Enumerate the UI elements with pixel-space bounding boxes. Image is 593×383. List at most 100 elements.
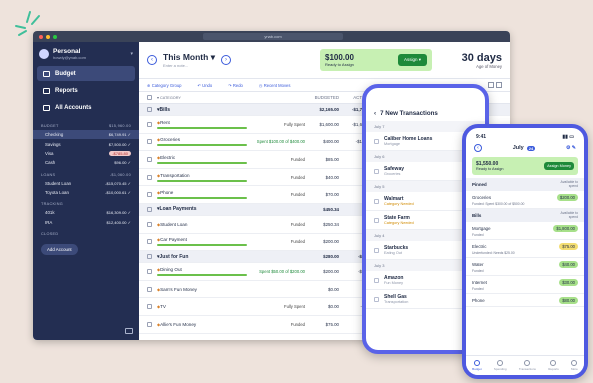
sidebar-account-item[interactable]: Toyota Loan -$10,000.61 ✓ — [33, 188, 139, 197]
category-column-header[interactable]: ▾ CATEGORY — [157, 95, 305, 100]
back-icon[interactable]: ‹ — [374, 110, 376, 117]
category-name: Student Loan — [160, 221, 188, 227]
row-checkbox[interactable] — [147, 206, 152, 212]
sidebar-account-item[interactable]: Savings $7,500.00 ✓ — [33, 139, 139, 148]
status-bar: 9:41 ▮▮ ▭ — [466, 128, 584, 142]
sidebar-account-item[interactable]: Cash $96.00 ✓ — [33, 158, 139, 167]
budgeted-cell[interactable]: $400.00 — [305, 139, 339, 144]
mobile-category-row[interactable]: Internet $30.00 Funded — [466, 276, 584, 295]
category-name: Electric — [160, 154, 176, 160]
add-account-button[interactable]: Add Account — [41, 244, 78, 255]
row-checkbox[interactable] — [147, 107, 152, 112]
budgeted-cell[interactable]: $2,165.00 — [305, 107, 339, 112]
undo-button[interactable]: ↶ Undo — [197, 83, 220, 88]
row-checkbox[interactable] — [147, 239, 152, 245]
assign-button[interactable]: Assign ▾ — [397, 54, 427, 66]
grid-view-icon[interactable] — [488, 82, 494, 88]
row-checkbox[interactable] — [147, 321, 152, 327]
budgeted-cell[interactable]: $250.34 — [305, 222, 339, 227]
transaction-checkbox[interactable] — [374, 198, 379, 204]
collapse-sidebar-icon[interactable] — [125, 328, 133, 334]
mobile-category-group[interactable]: Bills Available to spend — [466, 209, 584, 223]
prev-month-icon[interactable]: ‹ — [474, 144, 482, 152]
account-group-header[interactable]: TRACKING — [33, 197, 139, 208]
budgeted-cell[interactable]: $200.00 — [305, 269, 339, 274]
tab-spending[interactable]: Spending — [494, 360, 507, 371]
sidebar-account-item[interactable]: 401k $16,309.00 ✓ — [33, 208, 139, 217]
transaction-checkbox[interactable] — [374, 138, 379, 144]
account-group-header[interactable]: BUDGET $15,960.00 — [33, 119, 139, 130]
row-checkbox[interactable] — [147, 304, 152, 310]
budgeted-cell[interactable]: $0.00 — [305, 304, 339, 309]
transaction-checkbox[interactable] — [374, 277, 379, 283]
transaction-category: Groceries — [384, 172, 401, 176]
add-category-group-button[interactable]: ⊕ Category Group — [147, 83, 189, 88]
sidebar-item-all-accounts[interactable]: All Accounts — [37, 100, 135, 115]
row-checkbox[interactable] — [147, 221, 152, 227]
close-window-dot[interactable] — [39, 34, 43, 39]
recent-moves-button[interactable]: ◷ Recent Moves — [259, 83, 299, 88]
row-checkbox[interactable] — [147, 121, 152, 127]
sidebar-item-reports[interactable]: Reports — [37, 83, 135, 98]
tab-transactions[interactable]: Transactions — [519, 360, 536, 371]
row-checkbox[interactable] — [147, 268, 152, 274]
budgeted-cell[interactable]: $70.00 — [305, 192, 339, 197]
budgeted-cell[interactable]: $450.34 — [305, 207, 339, 212]
month-selector[interactable]: July 24 — [513, 145, 536, 151]
row-checkbox[interactable] — [147, 286, 152, 292]
budgeted-cell[interactable]: $85.00 — [305, 157, 339, 162]
budget-switcher[interactable]: Personal howdy@ynab.com ▾ — [33, 42, 139, 64]
url-bar[interactable]: ynab.com — [203, 33, 343, 40]
budgeted-cell[interactable]: $40.00 — [305, 175, 339, 180]
mobile-category-row[interactable]: Water $40.00 Funded — [466, 258, 584, 277]
row-checkbox[interactable] — [147, 174, 152, 180]
mobile-column-label: Available to spend — [560, 211, 578, 219]
row-checkbox[interactable] — [147, 192, 152, 198]
transaction-checkbox[interactable] — [374, 217, 379, 223]
account-balance: -$15,070.45 ✓ — [105, 180, 131, 186]
assign-money-button[interactable]: Assign Money — [544, 162, 574, 170]
maximize-window-dot[interactable] — [53, 34, 57, 39]
tab-reports[interactable]: Reports — [548, 360, 559, 371]
sidebar-account-item[interactable]: IRA $12,400.00 ✓ — [33, 218, 139, 227]
budgeted-cell[interactable]: $75.00 — [305, 322, 339, 327]
prev-month-icon[interactable]: ‹ — [147, 55, 157, 65]
transaction-checkbox[interactable] — [374, 168, 379, 174]
month-selector[interactable]: This Month ▾ — [163, 52, 215, 63]
sidebar-account-item[interactable]: Visa -$785.80 — [33, 149, 139, 158]
category-name: Loan Payments — [159, 206, 197, 213]
transaction-checkbox[interactable] — [374, 247, 379, 253]
mobile-category-row[interactable]: Mortgage $1,800.00 Funded — [466, 222, 584, 241]
budgeted-cell[interactable]: $1,600.00 — [305, 122, 339, 127]
transaction-checkbox[interactable] — [374, 296, 379, 302]
budget-icon — [43, 70, 50, 77]
transaction-text: Amazon Fun Money — [384, 275, 403, 285]
row-checkbox[interactable] — [147, 139, 152, 145]
row-checkbox[interactable] — [147, 156, 152, 162]
category-name: Car Payment — [160, 237, 187, 243]
month-note-input[interactable]: Enter a note... — [163, 63, 215, 68]
minimize-window-dot[interactable] — [46, 34, 50, 39]
tab-budget[interactable]: Budget — [472, 360, 482, 371]
tab-more[interactable]: More — [571, 360, 578, 371]
budgeted-cell[interactable]: $200.00 — [305, 239, 339, 244]
sidebar-account-item[interactable]: Checking $6,749.91 ✓ — [33, 130, 139, 140]
account-group-header[interactable]: LOANS -$1,060.00 — [33, 168, 139, 179]
redo-button[interactable]: ↷ Redo — [228, 83, 251, 88]
next-month-icon[interactable]: › — [220, 55, 231, 65]
settings-icon[interactable]: ⚙ ✎ — [566, 145, 576, 151]
mobile-category-group[interactable]: Pinned Available to spend — [466, 178, 584, 192]
mobile-category-row[interactable]: Groceries $200.00 Funded: Spent $300.00 of… — [466, 191, 584, 210]
mobile-category-row[interactable]: Electric $75.00 Underfunded: Needs $25.00 — [466, 240, 584, 259]
sidebar-account-item[interactable]: Student Loan -$15,070.45 ✓ — [33, 179, 139, 188]
sidebar-item-budget[interactable]: Budget — [37, 66, 135, 81]
ready-to-assign-amount: $100.00 — [325, 53, 354, 62]
list-view-icon[interactable] — [496, 82, 502, 88]
select-all-checkbox[interactable] — [147, 95, 152, 100]
mobile-category-row[interactable]: Phone $80.00 — [466, 294, 584, 308]
account-group-header[interactable]: CLOSED — [33, 227, 139, 238]
category-cell: ◆ Car Payment — [157, 237, 247, 247]
budgeted-cell[interactable]: $280.00 — [305, 254, 339, 259]
row-checkbox[interactable] — [147, 254, 152, 260]
budgeted-cell[interactable]: $0.00 — [305, 287, 339, 292]
